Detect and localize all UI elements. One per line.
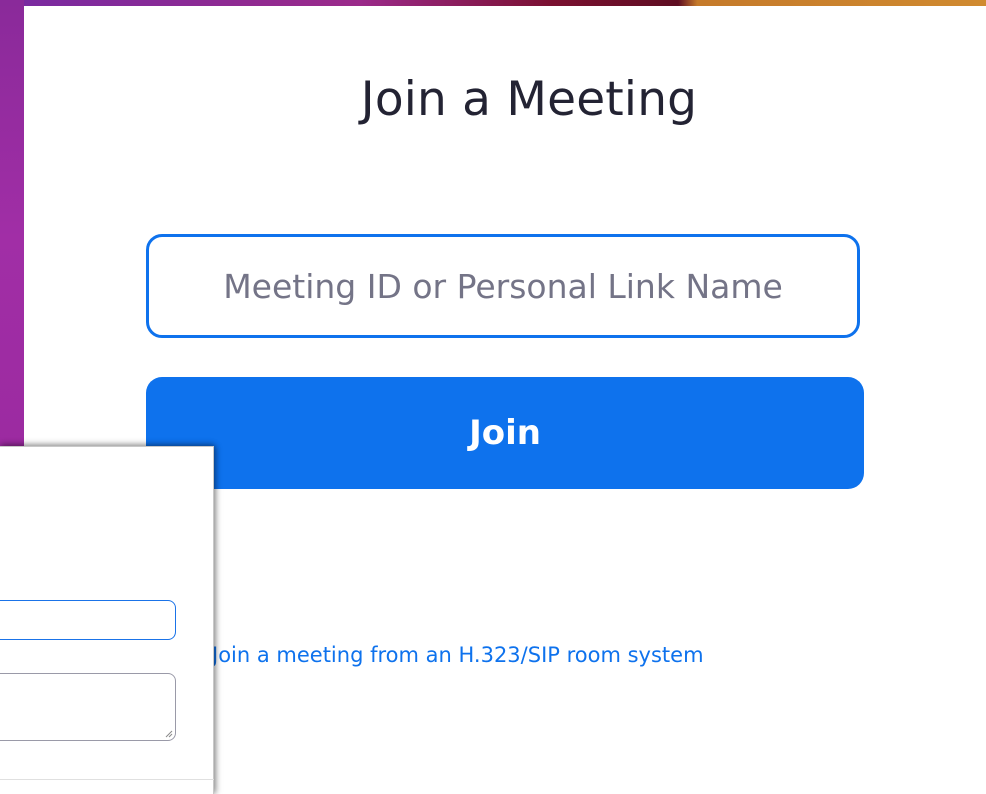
page-title: Join a Meeting — [360, 72, 698, 127]
sip-room-system-link[interactable]: Join a meeting from an H.323/SIP room sy… — [212, 643, 704, 667]
resize-grip-icon[interactable] — [165, 730, 173, 738]
dialog-textarea[interactable] — [0, 673, 176, 741]
meeting-id-input[interactable] — [146, 234, 860, 338]
dialog-text-field[interactable] — [0, 600, 176, 640]
join-button[interactable]: Join — [146, 377, 864, 489]
screen: Join a Meeting Join Join a meeting from … — [0, 0, 986, 794]
overlapping-dialog — [0, 446, 214, 794]
dialog-divider — [0, 779, 214, 780]
